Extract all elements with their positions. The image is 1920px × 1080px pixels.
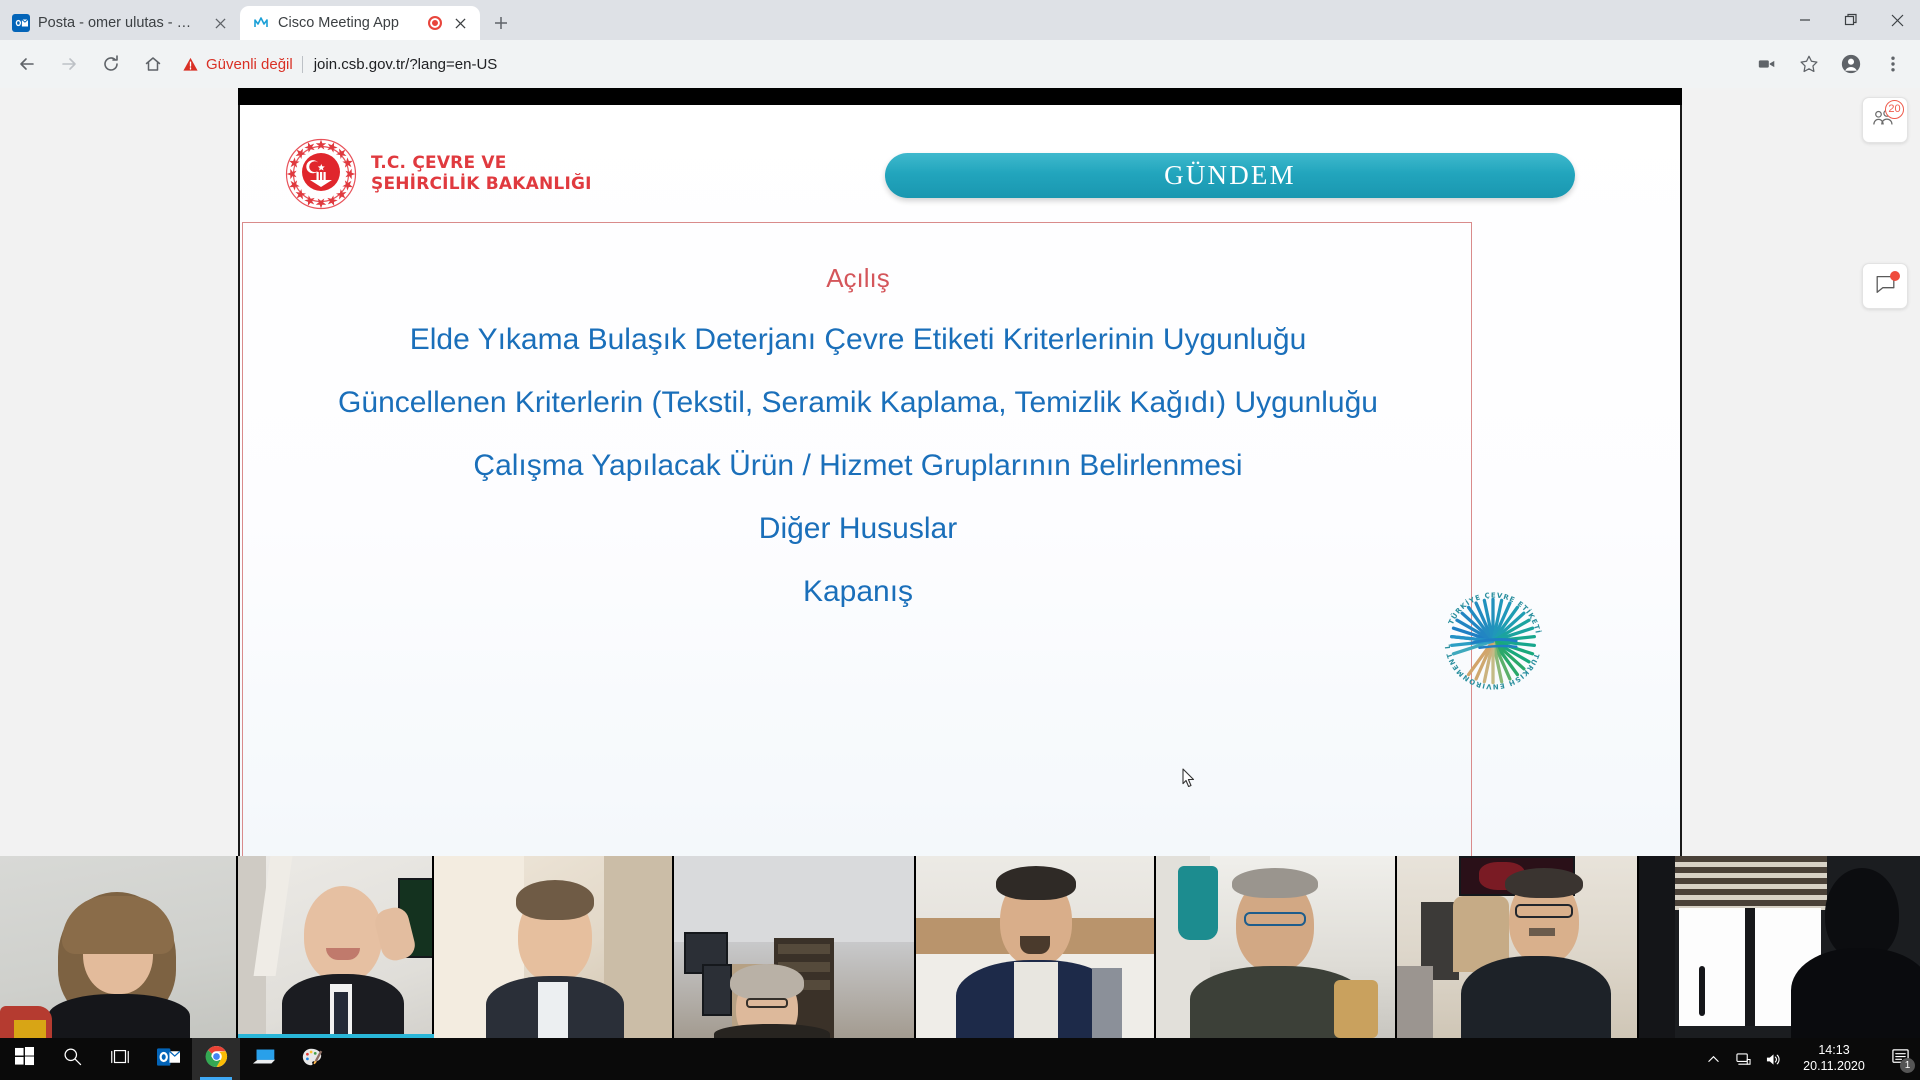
start-button[interactable] [0, 1038, 48, 1080]
url-text: join.csb.gov.tr/?lang=en-US [313, 55, 498, 73]
three-dot-menu-icon[interactable] [1875, 46, 1911, 82]
system-tray: 14:13 20.11.2020 1 [1698, 1038, 1920, 1080]
speaker-icon[interactable] [1758, 1038, 1788, 1080]
clock-date: 20.11.2020 [1803, 1059, 1865, 1073]
video-scene [434, 856, 674, 1038]
ministry-name: T.C. ÇEVRE VE ŞEHİRCİLİK BAKANLIĞI [371, 152, 592, 194]
task-view-icon [109, 1048, 131, 1071]
search-button[interactable] [48, 1038, 96, 1080]
video-scene [0, 856, 238, 1038]
outlook-taskbar-item[interactable] [144, 1038, 192, 1080]
agenda-item: Kapanış [802, 575, 914, 608]
clock[interactable]: 14:13 20.11.2020 [1788, 1043, 1880, 1074]
video-scene [238, 856, 434, 1038]
remote-desktop-icon [252, 1047, 276, 1072]
forward-arrow-icon[interactable] [51, 46, 87, 82]
meeting-right-rail: 20 [1682, 88, 1920, 856]
video-tile-participant-8[interactable] [1639, 856, 1920, 1038]
turkish-environment-label-logo-icon: TÜRKİYE ÇEVRE ETİKETİ TURKISH ENVIRONMEN… [1432, 577, 1551, 699]
video-tile-participant-7[interactable] [1397, 856, 1639, 1038]
shared-slide: T.C. ÇEVRE VE ŞEHİRCİLİK BAKANLIĞI GÜNDE… [240, 105, 1680, 856]
windows-taskbar: 14:13 20.11.2020 1 [0, 1038, 1920, 1080]
mouse-cursor [1182, 768, 1195, 792]
reload-icon[interactable] [93, 46, 129, 82]
network-icon[interactable] [1728, 1038, 1758, 1080]
tab-title: Posta - omer ulutas - Outlook [38, 15, 202, 31]
minimize-icon[interactable] [1782, 0, 1828, 40]
video-scene [1639, 856, 1920, 1038]
browser-tab-cisco-meeting-app[interactable]: Cisco Meeting App [240, 6, 480, 40]
windows-logo-icon [14, 1047, 34, 1071]
agenda-frame: Açılış Elde Yıkama Bulaşık Deterjanı Çev… [242, 222, 1472, 856]
chrome-icon [205, 1045, 228, 1073]
browser-tab-outlook[interactable]: Posta - omer ulutas - Outlook [0, 6, 240, 40]
address-bar[interactable]: Güvenli değil join.csb.gov.tr/?lang=en-U… [182, 48, 1738, 80]
video-tile-participant-3[interactable] [434, 856, 674, 1038]
clock-time: 14:13 [1818, 1043, 1850, 1058]
paint-icon [301, 1046, 323, 1073]
task-view-button[interactable] [96, 1038, 144, 1080]
window-controls [1782, 0, 1920, 40]
stage-letterbox-band [238, 88, 1682, 105]
agenda-item: Açılış [826, 263, 890, 293]
new-tab-button[interactable] [486, 8, 516, 38]
participants-count-badge: 20 [1885, 100, 1904, 119]
search-icon [63, 1047, 82, 1071]
slide-banner-title: GÜNDEM [1164, 160, 1296, 190]
star-icon[interactable] [1791, 46, 1827, 82]
meeting-page: T.C. ÇEVRE VE ŞEHİRCİLİK BAKANLIĞI GÜNDE… [0, 88, 1920, 856]
video-tile-participant-4[interactable] [674, 856, 916, 1038]
chrome-taskbar-item[interactable] [192, 1038, 240, 1080]
tab-title: Cisco Meeting App [278, 15, 399, 31]
close-icon[interactable] [1874, 0, 1920, 40]
video-scene [1156, 856, 1397, 1038]
video-tile-participant-5[interactable] [916, 856, 1156, 1038]
security-status-text: Güvenli değil [206, 55, 293, 73]
profile-avatar-icon[interactable] [1833, 46, 1869, 82]
chat-unread-dot [1890, 271, 1900, 281]
browser-tab-strip: Posta - omer ulutas - Outlook Cisco Meet… [0, 0, 1920, 40]
outlook-icon [12, 14, 30, 32]
omnibox-divider [301, 55, 303, 73]
presentation-stage[interactable]: T.C. ÇEVRE VE ŞEHİRCİLİK BAKANLIĞI GÜNDE… [238, 88, 1682, 856]
not-secure-warning-icon [182, 56, 199, 73]
video-camera-icon[interactable] [1749, 46, 1785, 82]
video-scene [674, 856, 916, 1038]
video-tile-participant-2[interactable] [238, 856, 434, 1038]
tab-recording-indicator-icon [428, 16, 442, 30]
back-arrow-icon[interactable] [9, 46, 45, 82]
chat-button[interactable] [1862, 263, 1908, 309]
ministry-branding: T.C. ÇEVRE VE ŞEHİRCİLİK BAKANLIĞI [285, 138, 592, 210]
close-icon[interactable] [450, 13, 470, 33]
outlook-icon [156, 1046, 180, 1073]
agenda-item: Güncellenen Kriterlerin (Tekstil, Serami… [338, 386, 1378, 419]
notification-count-badge: 1 [1900, 1058, 1915, 1073]
action-center-button[interactable]: 1 [1880, 1038, 1920, 1080]
agenda-item: Diğer Hususlar [758, 512, 958, 545]
toolbar-actions [1746, 46, 1914, 82]
agenda-item: Elde Yıkama Bulaşık Deterjanı Çevre Etik… [409, 323, 1307, 356]
close-icon[interactable] [210, 13, 230, 33]
chevron-up-icon[interactable] [1698, 1038, 1728, 1080]
maximize-icon[interactable] [1828, 0, 1874, 40]
video-tile-participant-6[interactable] [1156, 856, 1397, 1038]
turkish-ministry-seal-icon [285, 138, 357, 210]
participant-video-filmstrip [0, 856, 1920, 1038]
browser-toolbar: Güvenli değil join.csb.gov.tr/?lang=en-U… [0, 40, 1920, 88]
slide-banner: GÜNDEM [885, 153, 1575, 198]
participants-button[interactable]: 20 [1862, 97, 1908, 143]
agenda-list: Açılış Elde Yıkama Bulaşık Deterjanı Çev… [243, 223, 1473, 609]
cisco-meeting-icon [252, 14, 270, 32]
remote-desktop-taskbar-item[interactable] [240, 1038, 288, 1080]
agenda-item: Çalışma Yapılacak Ürün / Hizmet Grupları… [473, 449, 1243, 482]
home-icon[interactable] [135, 46, 171, 82]
video-tile-participant-1[interactable] [0, 856, 238, 1038]
video-scene [1397, 856, 1639, 1038]
paint-taskbar-item[interactable] [288, 1038, 336, 1080]
video-scene [916, 856, 1156, 1038]
